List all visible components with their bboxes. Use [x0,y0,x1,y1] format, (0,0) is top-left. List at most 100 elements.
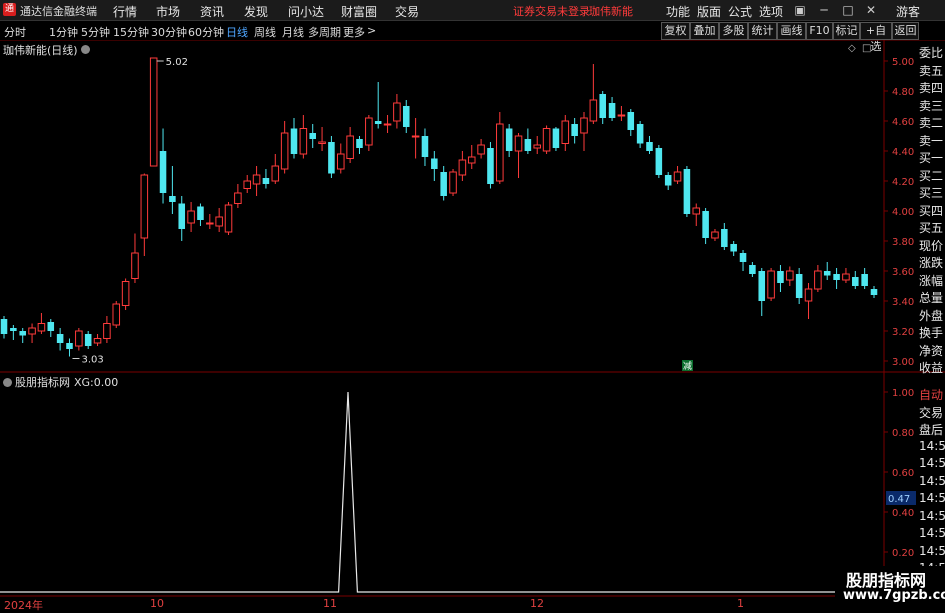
diamond-icon[interactable]: ◇ [848,43,856,54]
cursor-value-label: 0.47 [888,494,910,505]
candle-body-up [496,123,504,182]
candle-body-down [524,139,532,151]
high-label: 5.02 [166,57,188,68]
dropdown-icon[interactable] [3,378,12,387]
x-axis-label: 11 [323,597,337,610]
candle-body-down [749,265,756,274]
candle-body-up [346,135,354,159]
side-panel-label: 买四 [919,203,944,218]
candle-body-up [842,273,850,281]
candle-body-up [318,141,326,144]
y-tick-label: 0.60 [892,468,914,479]
candle-body-down [702,211,709,238]
candle-body-down [852,277,859,286]
candle-body-up [103,323,111,339]
candle-body-up [804,288,813,302]
side-panel-label: 外盘 [919,308,944,323]
candle-body-down [56,334,64,343]
main-chart-header: 珈伟新能(日线) [3,42,90,58]
candle-body-up [243,180,252,189]
main-chart-title: 珈伟新能(日线) [3,44,78,57]
side-panel-label: 买二 [919,168,944,183]
y-tick-label: 5.00 [892,57,914,68]
candle-body-down [159,151,167,193]
side-panel-label: 14:56 [919,543,945,558]
candle-body-up [37,323,46,332]
candle-body-up [617,114,626,117]
candle-body-up [767,270,775,299]
candle-body-down [487,148,494,184]
series-value: 0.00 [93,376,119,389]
candle-body-up [206,222,214,225]
candle-body-down [683,169,691,214]
candle-body-down [758,271,766,301]
candle-body-up [393,102,401,122]
candle-body-down [571,124,578,136]
x-axis-label: 12 [530,597,544,610]
candle-body-up [299,128,308,155]
watermark-url: www.7gpzb.com [843,588,945,603]
candle-body-down [262,178,270,184]
candle-body-up [187,210,195,224]
candle-body-up [467,156,476,164]
side-panel-label: 收益 [919,361,944,375]
candle-body-down [0,319,8,334]
candle-body-down [10,328,17,331]
candle-body-down [421,136,429,157]
y-tick-label: 4.40 [892,147,914,158]
candle-body-down [374,121,382,124]
side-panel-label: 现价 [919,238,944,253]
candle-body-up [28,327,36,335]
candle-body-up [280,132,289,170]
chart-canvas[interactable]: 5.02 3.03 减 5.00 4.80 4.60 4.40 4.20 4.00 3.80 3.… [0,0,945,609]
candle-body-up [234,192,242,204]
candle-body-up [561,120,570,144]
y-tick-label: 1.00 [892,388,914,399]
candle-body-down [861,274,868,286]
candle-body-down [739,253,747,262]
candle-body-up [252,174,261,185]
y-tick-label: 4.20 [892,177,914,188]
y-tick-label: 0.80 [892,428,914,439]
side-panel-label: 盘后 [919,423,944,437]
dropdown-icon[interactable] [80,45,90,54]
candle-body-down [66,343,73,349]
candle-body-up [112,303,121,326]
candle-body-up [215,216,223,227]
side-panel-label: 卖五 [919,63,944,78]
toggle-panel-icon[interactable]: □ [862,43,871,54]
side-panel-label: 14:56 [919,456,945,470]
side-panel-label: 涨跌 [919,256,944,270]
candle-body-up [542,128,551,152]
candle-body-up [580,117,588,134]
candle-body-down [552,128,560,148]
candle-body-up [814,270,822,290]
side-panel-label: 14:56 [919,438,945,453]
candle-body-up [786,270,794,281]
candle-body-down [646,142,653,151]
candle-body-down [823,271,831,276]
y-tick-label: 3.00 [892,357,914,368]
side-panel-label[interactable]: 自动 [919,386,943,403]
candle-body-down [290,128,298,154]
side-panel-label: 买三 [919,186,944,200]
candle-body-down [655,148,663,175]
xg-indicator-line [0,391,884,593]
y-tick-label: 3.40 [892,297,914,308]
sub-chart-header: 股朋指标网 XG:0.00 [3,374,118,390]
candle-body-up [411,135,420,138]
candle-body-down [721,229,728,247]
candle-body-down [178,203,186,229]
candle-body-down [664,175,672,186]
candle-body-up [458,159,467,176]
side-panel-label: 交易 [919,405,944,420]
candle-body-down [608,103,616,118]
indicator-name: 股朋指标网 [15,376,70,389]
candle-body-down [795,274,803,298]
series-label: XG: [74,376,94,389]
candle-body-down [169,196,176,202]
candle-body-down [505,128,513,151]
candle-body-up [121,281,130,306]
candle-body-up [711,231,719,239]
side-panel-label: 净资 [919,343,944,358]
